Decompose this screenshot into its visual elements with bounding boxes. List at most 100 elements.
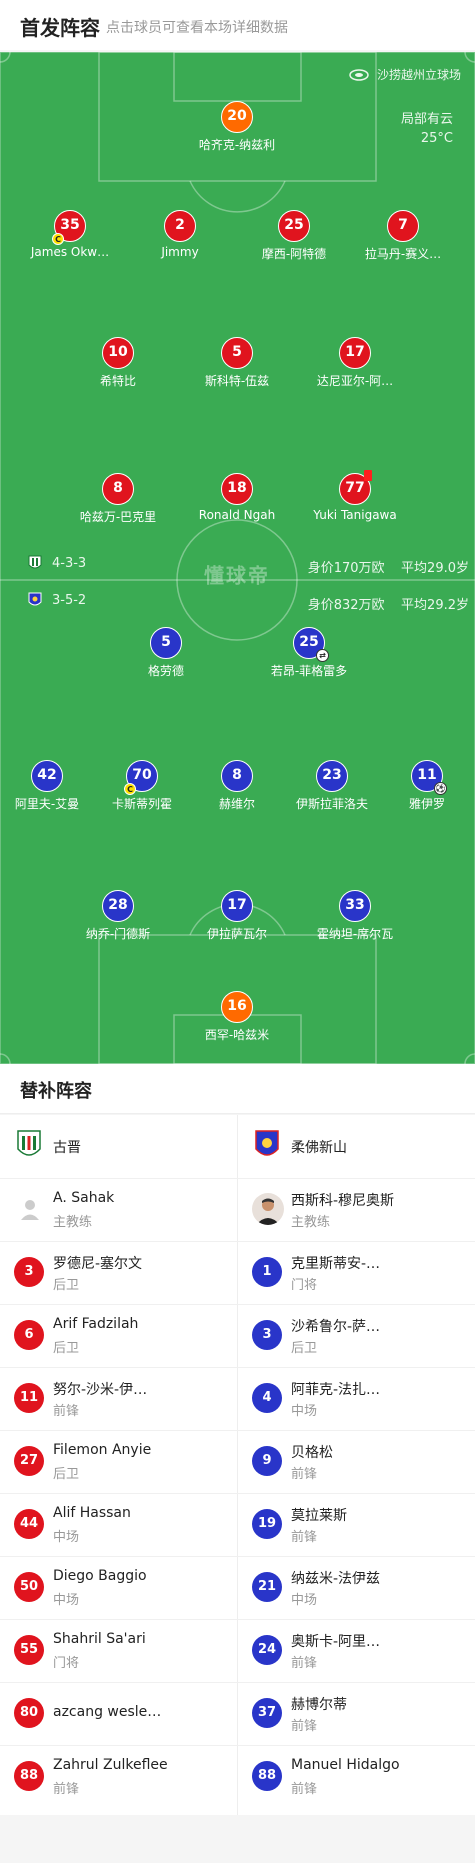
sub-home-4[interactable]: 44 Alif Hassan 中场 xyxy=(0,1493,237,1556)
player-name: 斯科特-伍兹 xyxy=(204,374,270,388)
player-position: 前锋 xyxy=(53,1404,80,1419)
player-home-mid-2[interactable]: 5 斯科特-伍兹 xyxy=(182,337,292,391)
player-name: Alif Hassan xyxy=(53,1505,131,1521)
player-name: 摩西-阿特德 xyxy=(261,247,327,261)
player-name: 莫拉莱斯 xyxy=(291,1508,347,1524)
player-number: 4 xyxy=(252,1383,282,1413)
home-crest-icon xyxy=(28,555,42,569)
player-position: 门将 xyxy=(53,1656,80,1671)
player-number: 88 xyxy=(14,1761,44,1791)
stadium-icon xyxy=(349,68,369,81)
player-name: Filemon Anyie xyxy=(53,1442,152,1458)
sub-away-0[interactable]: 1 克里斯蒂安-… 门将 xyxy=(238,1241,475,1304)
away-formation: 3-5-2 xyxy=(28,592,86,608)
home-value: 身价170万欧 xyxy=(307,561,385,576)
player-number: 11 xyxy=(14,1383,44,1413)
sub-home-7[interactable]: 80 azcang wesle… xyxy=(0,1682,237,1745)
sub-away-1[interactable]: 3 沙希鲁尔-萨… 后卫 xyxy=(238,1304,475,1367)
player-name: 达尼亚尔-阿… xyxy=(316,374,394,388)
player-number: 17 xyxy=(221,890,253,922)
home-coach[interactable]: A. Sahak 主教练 xyxy=(0,1178,237,1241)
player-away-mid-2[interactable]: 70 C 卡斯蒂列霍 xyxy=(87,760,197,814)
sub-away-4[interactable]: 19 莫拉莱斯 前锋 xyxy=(238,1493,475,1556)
away-crest-icon xyxy=(28,592,42,606)
player-away-def-1[interactable]: 28 纳乔-门德斯 xyxy=(63,890,173,944)
venue: 沙捞越州立球场 xyxy=(349,66,461,83)
sub-away-2[interactable]: 4 阿菲克-法扎… 中场 xyxy=(238,1367,475,1430)
player-number: 17 xyxy=(339,337,371,369)
player-number: 80 xyxy=(14,1698,44,1728)
player-away-gk[interactable]: 16 西罕-哈兹米 xyxy=(182,991,292,1045)
home-formation: 4-3-3 xyxy=(28,555,86,571)
away-coach[interactable]: 西斯科-穆尼奥斯 主教练 xyxy=(238,1178,475,1241)
coach-avatar-icon xyxy=(252,1193,284,1225)
sub-home-1[interactable]: 6 Arif Fadzilah 后卫 xyxy=(0,1304,237,1367)
player-home-def-2[interactable]: 2 Jimmy xyxy=(125,210,235,264)
away-team-row[interactable]: 柔佛新山 xyxy=(238,1115,475,1178)
player-number: 44 xyxy=(14,1509,44,1539)
player-number: 3 xyxy=(14,1257,44,1287)
player-position: 前锋 xyxy=(291,1656,318,1671)
player-number: 20 xyxy=(221,101,253,133)
player-name: 卡斯蒂列霍 xyxy=(111,797,172,811)
lineup-page: 首发阵容 点击球员可查看本场详细数据 沙捞越州立球场 局部有云 25°C 懂球帝… xyxy=(0,0,475,1863)
home-team-logo-icon xyxy=(17,1130,41,1156)
player-position: 后卫 xyxy=(53,1278,80,1293)
player-home-def-4[interactable]: 7 拉马丹-赛义… xyxy=(348,210,458,264)
player-name: 奥斯卡-阿里… xyxy=(291,1634,381,1650)
player-away-def-3[interactable]: 33 霍纳坦-席尔瓦 xyxy=(300,890,410,944)
coach-role: 主教练 xyxy=(291,1215,331,1230)
player-number: 9 xyxy=(252,1446,282,1476)
player-name: 霍纳坦-席尔瓦 xyxy=(316,927,394,941)
player-home-gk[interactable]: 20 哈齐克-纳兹利 xyxy=(182,101,292,155)
player-name: Jimmy xyxy=(161,245,199,259)
captain-badge-icon: C xyxy=(52,233,64,245)
sub-away-5[interactable]: 21 纳兹米-法伊兹 中场 xyxy=(238,1556,475,1619)
player-number: 1 xyxy=(252,1257,282,1287)
watermark: 懂球帝 xyxy=(204,563,270,588)
player-name: Ronald Ngah xyxy=(198,508,276,522)
home-team-row[interactable]: 古晋 xyxy=(0,1115,237,1178)
player-number: 37 xyxy=(252,1698,282,1728)
player-name: 雅伊罗 xyxy=(408,797,445,811)
sub-away-8[interactable]: 88 Manuel Hidalgo 前锋 xyxy=(238,1745,475,1808)
player-name: 伊拉萨瓦尔 xyxy=(206,927,267,941)
player-name: 赫博尔蒂 xyxy=(291,1697,347,1713)
sub-away-3[interactable]: 9 贝格松 前锋 xyxy=(238,1430,475,1493)
substitutes-title: 替补阵容 xyxy=(20,1081,92,1102)
player-home-mid-3[interactable]: 17 达尼亚尔-阿… xyxy=(300,337,410,391)
player-home-def-1[interactable]: 35 C James Okw… xyxy=(15,210,125,264)
player-name: 罗德尼-塞尔文 xyxy=(53,1256,143,1272)
player-number: 11 ⚽ xyxy=(411,760,447,795)
player-home-fwd-1[interactable]: 8 哈兹万-巴克里 xyxy=(63,473,173,527)
home-team-name: 古晋 xyxy=(53,1140,81,1156)
player-position: 中场 xyxy=(291,1593,318,1608)
weather: 局部有云 25°C xyxy=(401,110,453,148)
player-number: 8 xyxy=(102,473,134,505)
player-home-def-3[interactable]: 25 摩西-阿特德 xyxy=(239,210,349,264)
player-away-fwd-2[interactable]: 25 ⇄ 若昂-菲格雷多 xyxy=(254,627,364,681)
sub-home-2[interactable]: 11 努尔-沙米-伊… 前锋 xyxy=(0,1367,237,1430)
player-name: 沙希鲁尔-萨… xyxy=(291,1319,381,1335)
sub-home-3[interactable]: 27 Filemon Anyie 后卫 xyxy=(0,1430,237,1493)
player-name: Arif Fadzilah xyxy=(53,1316,139,1332)
sub-away-6[interactable]: 24 奥斯卡-阿里… 前锋 xyxy=(238,1619,475,1682)
player-name: Shahril Sa'ari xyxy=(53,1631,146,1647)
player-home-fwd-3[interactable]: 77 Yuki Tanigawa xyxy=(300,470,410,527)
player-away-mid-4[interactable]: 23 伊斯拉菲洛夫 xyxy=(277,760,387,814)
substitutes-list: 古晋 柔佛新山 A. Sahak 主教练 西斯科-穆尼奥斯 主教练 3 罗德尼-… xyxy=(0,1115,475,1815)
player-name: Manuel Hidalgo xyxy=(291,1757,400,1773)
sub-home-0[interactable]: 3 罗德尼-塞尔文 后卫 xyxy=(0,1241,237,1304)
sub-home-8[interactable]: 88 Zahrul Zulkeflee 前锋 xyxy=(0,1745,237,1808)
player-away-fwd-1[interactable]: 5 格劳德 xyxy=(111,627,221,681)
player-position: 中场 xyxy=(53,1530,80,1545)
sub-home-6[interactable]: 55 Shahril Sa'ari 门将 xyxy=(0,1619,237,1682)
sub-away-7[interactable]: 37 赫博尔蒂 前锋 xyxy=(238,1682,475,1745)
player-home-fwd-2[interactable]: 18 Ronald Ngah xyxy=(182,473,292,527)
player-number-text: 35 xyxy=(60,217,80,233)
player-away-mid-5[interactable]: 11 ⚽ 雅伊罗 xyxy=(372,760,475,814)
sub-home-5[interactable]: 50 Diego Baggio 中场 xyxy=(0,1556,237,1619)
player-home-mid-1[interactable]: 10 希特比 xyxy=(63,337,173,391)
player-away-mid-3[interactable]: 8 赫维尔 xyxy=(182,760,292,814)
player-away-def-2[interactable]: 17 伊拉萨瓦尔 xyxy=(182,890,292,944)
